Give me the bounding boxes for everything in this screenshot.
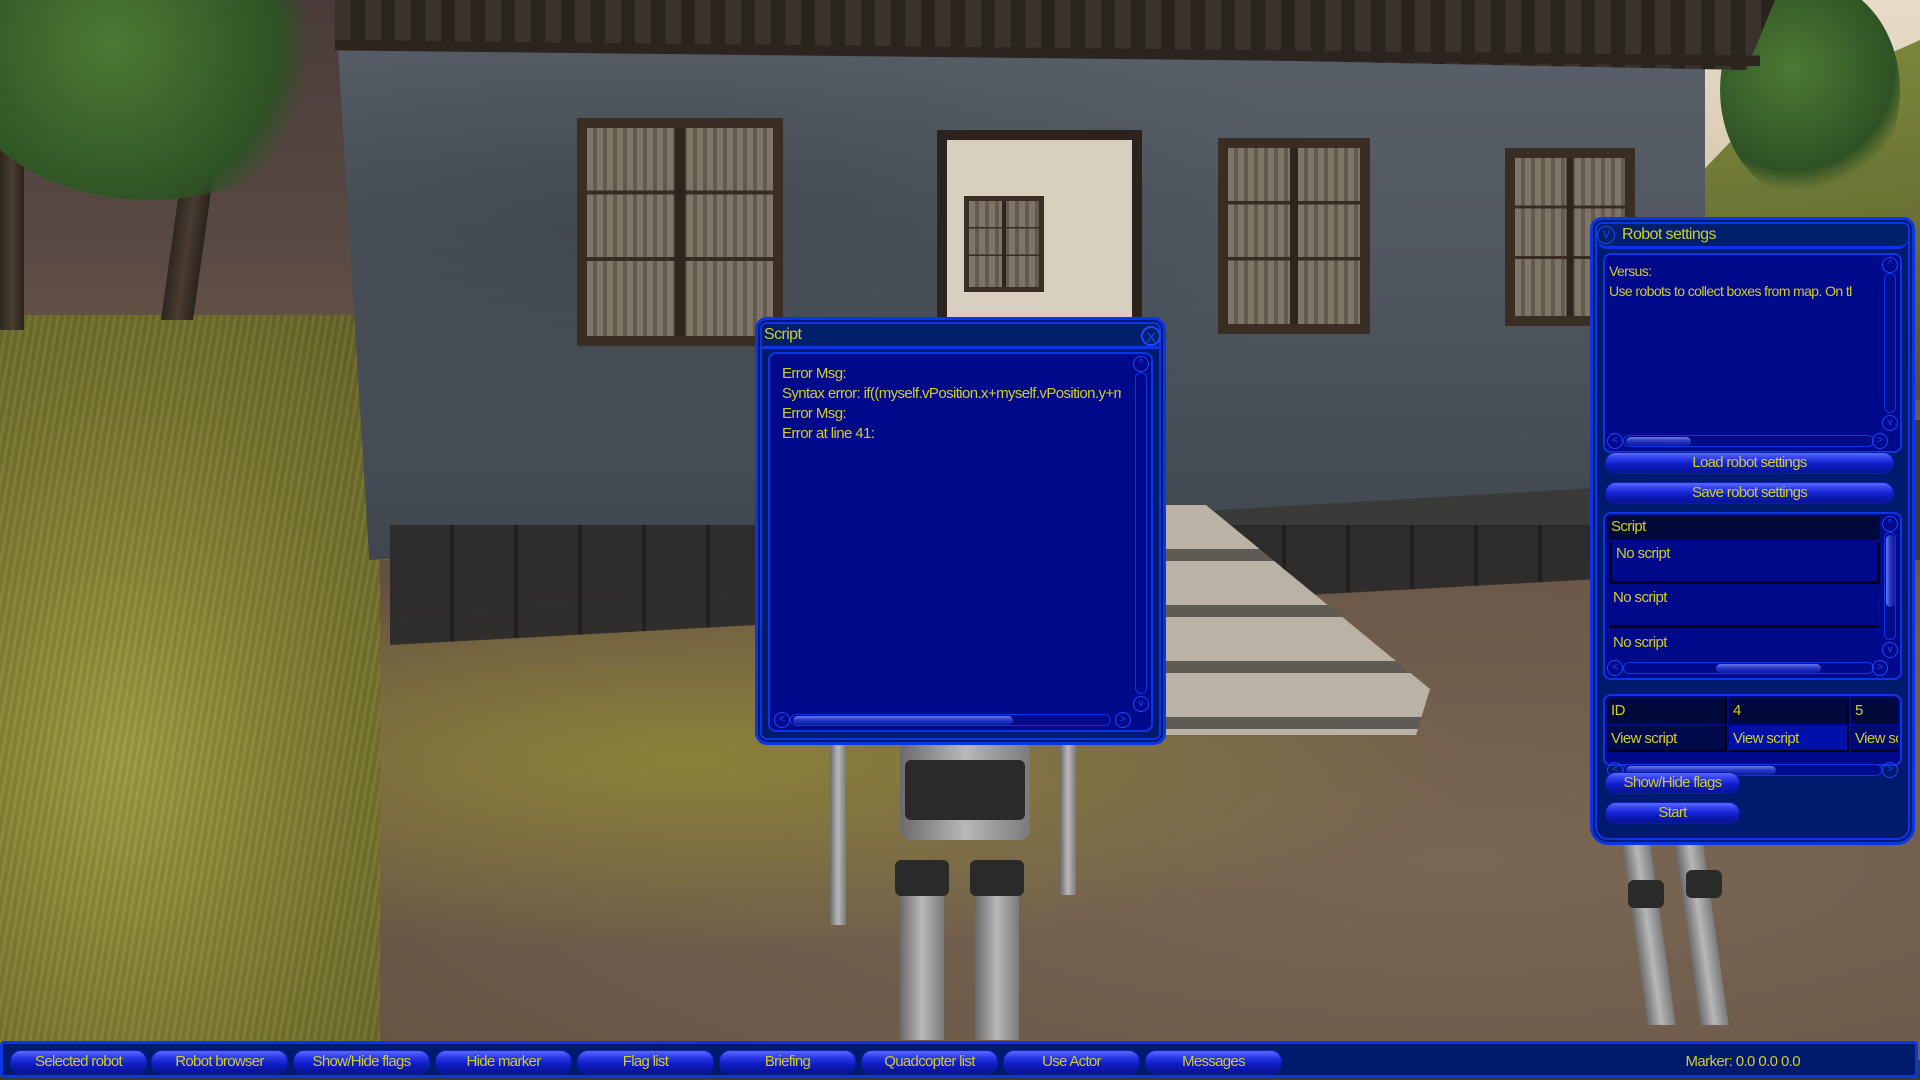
scroll-right-icon[interactable]: > [1872,660,1888,676]
robot-knee [970,860,1024,896]
scroll-up-icon[interactable]: ^ [1133,356,1149,372]
robot-knee [1628,880,1664,908]
scrollbar-thumb[interactable] [1886,535,1895,607]
scroll-right-icon[interactable]: > [1882,762,1898,778]
mission-description: Versus: Use robots to collect boxes from… [1609,261,1878,301]
scroll-left-icon[interactable]: < [774,712,790,728]
grass-field [0,315,420,1055]
scroll-up-icon[interactable]: ^ [1882,257,1898,273]
house-window [1218,138,1370,334]
load-robot-settings-button[interactable]: Load robot settings [1605,452,1894,474]
robot-settings-title: Robot settings [1622,226,1716,243]
mission-description-area[interactable]: Versus: Use robots to collect boxes from… [1603,253,1902,453]
grid-header-cell: 4 [1729,698,1849,724]
hide-marker-button[interactable]: Hide marker [435,1050,572,1074]
robot-armor [905,760,1025,820]
robot-arm [830,745,846,925]
robot-knee [895,860,949,896]
collapse-chevron-icon[interactable]: V [1597,226,1615,244]
quadcopter-list-button[interactable]: Quadcopter list [861,1050,998,1074]
script-list-row[interactable]: No script [1609,631,1880,661]
script-error-text: Error Msg: Syntax error: if((myself.vPos… [782,364,1121,444]
error-line: Error at line 41: [782,425,875,442]
error-line: Syntax error: if((myself.vPosition.x+mys… [782,385,1121,402]
error-line: Error Msg: [782,365,847,382]
show-hide-flags-toolbar-button[interactable]: Show/Hide flags [293,1050,430,1074]
robot-arm [1060,745,1076,895]
messages-button[interactable]: Messages [1145,1050,1282,1074]
script-list-header-label: Script [1611,518,1646,535]
script-list-row-label: No script [1613,589,1667,606]
vertical-scrollbar[interactable] [1884,532,1896,640]
house-window [577,118,783,346]
script-window: Script X Error Msg: Syntax error: if((my… [755,317,1166,745]
vertical-scrollbar[interactable] [1884,273,1896,413]
horizontal-scrollbar[interactable] [790,714,1111,726]
grid-header-cell: ID [1607,698,1727,724]
scroll-left-icon[interactable]: < [1607,433,1623,449]
view-script-link[interactable]: View sc [1851,726,1898,752]
description-line: Use robots to collect boxes from map. On… [1609,283,1852,299]
scroll-right-icon[interactable]: > [1115,712,1131,728]
selected-robot-button[interactable]: Selected robot [10,1050,147,1074]
view-script-link[interactable]: View script [1729,726,1849,752]
error-line: Error Msg: [782,405,847,422]
vertical-scrollbar[interactable] [1135,372,1147,694]
script-window-titlebar[interactable]: Script X [762,324,1161,349]
close-icon[interactable]: X [1141,326,1161,346]
view-script-link[interactable]: View script [1607,726,1727,752]
script-list-row[interactable]: No script [1609,542,1880,584]
robot-settings-titlebar[interactable]: V Robot settings [1597,224,1908,249]
scroll-left-icon[interactable]: < [1607,660,1623,676]
robot-browser-button[interactable]: Robot browser [151,1050,288,1074]
robot-grid: ID 4 5 View script View script View sc <… [1603,694,1902,778]
script-window-title: Script [764,326,802,343]
scroll-up-icon[interactable]: ^ [1882,516,1898,532]
use-actor-button[interactable]: Use Actor [1003,1050,1140,1074]
show-hide-flags-button[interactable]: Show/Hide flags [1605,772,1740,794]
house-window [964,196,1044,292]
save-robot-settings-button[interactable]: Save robot settings [1605,482,1894,504]
script-list-row-label: No script [1613,634,1667,651]
scrollbar-thumb[interactable] [1626,437,1691,446]
script-list-row[interactable]: No script [1609,586,1880,628]
robot-settings-window: V Robot settings Versus: Use robots to c… [1590,217,1915,845]
description-line: Versus: [1609,263,1652,279]
start-button[interactable]: Start [1605,802,1740,824]
briefing-button[interactable]: Briefing [719,1050,856,1074]
script-output-area[interactable]: Error Msg: Syntax error: if((myself.vPos… [768,352,1153,732]
scroll-down-icon[interactable]: v [1882,642,1898,658]
robot-knee [1686,870,1722,898]
marker-coordinates: Marker: 0.0 0.0 0.0 [1685,1053,1801,1070]
horizontal-scrollbar[interactable] [1623,662,1874,674]
script-list-row-label: No script [1616,545,1670,562]
scroll-down-icon[interactable]: v [1882,415,1898,431]
scroll-right-icon[interactable]: > [1872,433,1888,449]
grid-header-cell: 5 [1851,698,1898,724]
scroll-down-icon[interactable]: v [1133,696,1149,712]
flag-list-button[interactable]: Flag list [577,1050,714,1074]
script-list-header: Script [1607,516,1880,540]
scrollbar-thumb[interactable] [1716,664,1821,673]
horizontal-scrollbar[interactable] [1623,435,1874,447]
script-list: Script No script No script No script ^ v… [1603,512,1902,680]
scrollbar-thumb[interactable] [793,716,1013,725]
bottom-toolbar: Selected robot Robot browser Show/Hide f… [0,1041,1918,1078]
